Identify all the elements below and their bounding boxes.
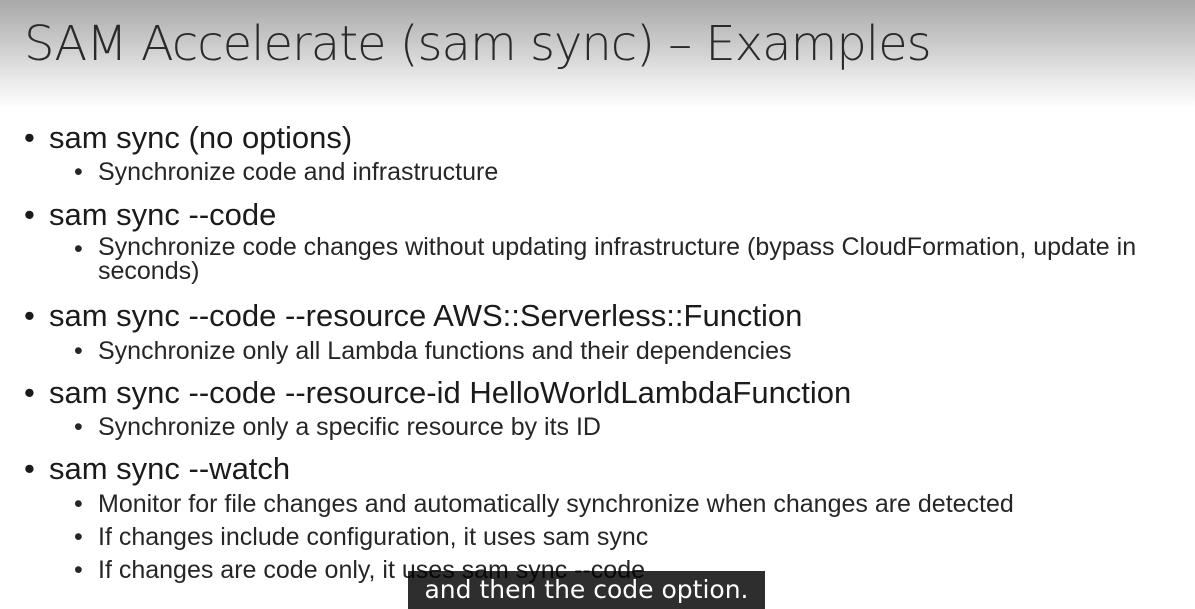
sub-bullet-text: Synchronize code and infrastructure xyxy=(98,158,499,186)
bullet-label: sam sync --code --resource AWS::Serverle… xyxy=(49,298,803,333)
sub-bullet-icon: • xyxy=(74,235,83,263)
bullet-icon: • xyxy=(24,375,35,410)
bullet-label: sam sync (no options) xyxy=(49,120,353,155)
sub-bullet-icon: • xyxy=(74,490,83,518)
sub-bullet-text: Synchronize only a specific resource by … xyxy=(98,413,601,441)
bullet-icon: • xyxy=(24,451,35,486)
sub-bullet-icon: • xyxy=(74,413,83,441)
video-caption: and then the code option. xyxy=(408,571,765,609)
sub-bullet-icon: • xyxy=(74,337,83,365)
bullet-icon: • xyxy=(24,298,35,333)
sub-bullet-icon: • xyxy=(74,523,83,551)
sub-bullet-text: Monitor for file changes and automatical… xyxy=(98,490,1014,518)
sub-bullet-text: Synchronize only all Lambda functions an… xyxy=(98,337,792,365)
sub-bullet-icon: • xyxy=(74,158,83,186)
sub-bullet-text: If changes include configuration, it use… xyxy=(98,523,649,551)
slide-body: • sam sync (no options) • Synchronize co… xyxy=(0,0,1195,609)
bullet-icon: • xyxy=(24,197,35,232)
bullet-label: sam sync --code --resource-id HelloWorld… xyxy=(49,375,852,410)
bullet-label: sam sync --watch xyxy=(49,451,291,486)
bullet-icon: • xyxy=(24,120,35,155)
sub-bullet-text: Synchronize code changes without updatin… xyxy=(98,233,1137,285)
bullet-label: sam sync --code xyxy=(49,197,277,232)
sub-bullet-icon: • xyxy=(74,556,83,584)
